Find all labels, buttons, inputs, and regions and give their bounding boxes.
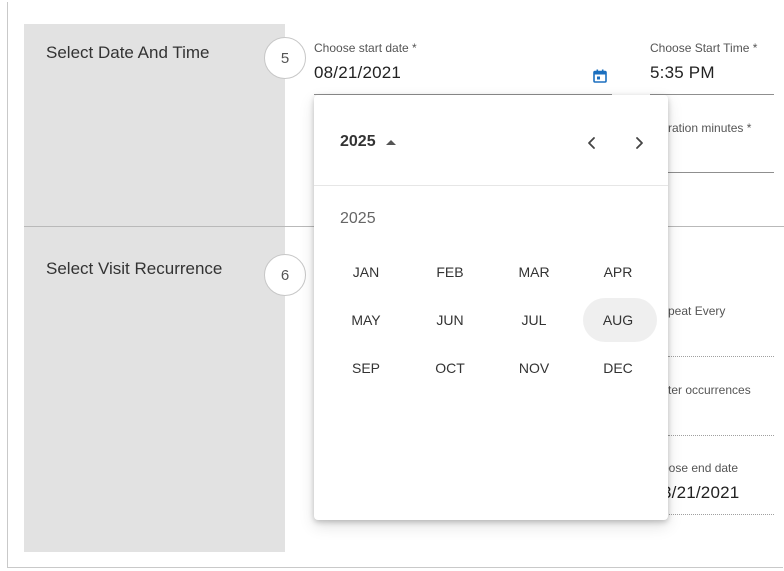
month-row: JAN FEB MAR APR — [324, 248, 660, 296]
step-badge-6: 6 — [264, 254, 306, 296]
end-date-value[interactable]: 3/21/2021 — [662, 483, 739, 503]
section-title-visit-recurrence: Select Visit Recurrence — [46, 259, 223, 278]
repeat-every-field[interactable]: peat Every — [668, 304, 784, 358]
month-label: FEB — [436, 264, 464, 280]
caret-up-icon — [385, 139, 396, 145]
picker-year-heading: 2025 — [340, 210, 376, 227]
end-date-underline — [662, 514, 774, 515]
month-jan[interactable]: JAN — [324, 248, 408, 296]
month-apr[interactable]: APR — [576, 248, 660, 296]
picker-header: 2025 — [314, 95, 668, 186]
month-label: MAY — [351, 312, 381, 328]
month-jul[interactable]: JUL — [492, 296, 576, 344]
month-label: MAR — [518, 264, 550, 280]
start-time-field[interactable]: Choose Start Time * 5:35 PM — [650, 41, 784, 95]
month-label: JAN — [352, 264, 380, 280]
start-time-underline — [650, 94, 774, 95]
section-label-panel — [24, 24, 285, 552]
month-label: APR — [603, 264, 633, 280]
month-aug[interactable]: AUG — [576, 296, 660, 344]
calendar-icon[interactable] — [593, 69, 607, 83]
start-time-value[interactable]: 5:35 PM — [650, 63, 715, 83]
previous-year-button[interactable] — [580, 131, 604, 155]
month-sep[interactable]: SEP — [324, 344, 408, 392]
month-jun[interactable]: JUN — [408, 296, 492, 344]
year-toggle-label: 2025 — [340, 133, 376, 150]
repeat-every-label: peat Every — [668, 304, 726, 318]
next-year-button[interactable] — [627, 131, 651, 155]
start-date-field[interactable]: Choose start date * 08/21/2021 — [314, 41, 614, 95]
step-badge-5: 5 — [264, 37, 306, 79]
month-picker-popover: 2025 2025 JAN FEB MAR APR MAY JUN JUL AU… — [314, 95, 668, 520]
chevron-left-icon — [588, 137, 595, 149]
month-nov[interactable]: NOV — [492, 344, 576, 392]
occurrences-label: ter occurrences — [668, 383, 751, 397]
section-title-date-time: Select Date And Time — [46, 43, 210, 62]
month-feb[interactable]: FEB — [408, 248, 492, 296]
month-label: JUL — [521, 312, 547, 328]
end-date-label: oose end date — [662, 461, 739, 475]
month-may[interactable]: MAY — [324, 296, 408, 344]
duration-field[interactable]: ration minutes * — [668, 121, 784, 173]
month-row: SEP OCT NOV DEC — [324, 344, 660, 392]
month-grid: JAN FEB MAR APR MAY JUN JUL AUG SEP OCT … — [324, 248, 660, 392]
year-toggle-button[interactable]: 2025 — [340, 133, 396, 151]
month-label: JUN — [436, 312, 464, 328]
start-date-label: Choose start date * — [314, 41, 417, 55]
occurrences-field[interactable]: ter occurrences — [668, 383, 784, 437]
chevron-right-icon — [636, 137, 643, 149]
start-time-label: Choose Start Time * — [650, 41, 758, 55]
repeat-every-underline — [668, 356, 774, 357]
month-dec[interactable]: DEC — [576, 344, 660, 392]
occurrences-underline — [668, 435, 774, 436]
month-label: AUG — [602, 312, 634, 328]
end-date-field[interactable]: oose end date 3/21/2021 — [662, 461, 784, 517]
month-oct[interactable]: OCT — [408, 344, 492, 392]
month-label: OCT — [435, 360, 465, 376]
month-mar[interactable]: MAR — [492, 248, 576, 296]
duration-underline — [668, 172, 774, 173]
month-label: NOV — [518, 360, 550, 376]
month-label: DEC — [603, 360, 633, 376]
month-row: MAY JUN JUL AUG — [324, 296, 660, 344]
month-label: SEP — [351, 360, 380, 376]
start-date-value[interactable]: 08/21/2021 — [314, 63, 401, 83]
duration-label: ration minutes * — [668, 121, 752, 135]
